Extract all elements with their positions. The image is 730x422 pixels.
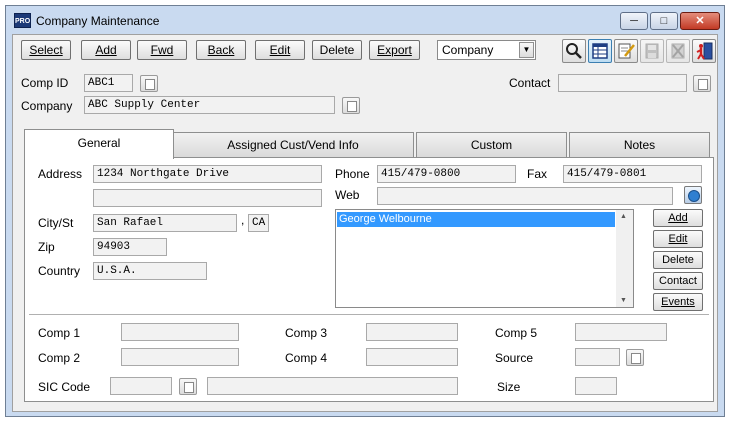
state-separator: , [241,213,245,227]
sic-description-field [207,377,458,395]
comp-id-field[interactable]: ABC1 [84,74,133,92]
zip-label: Zip [38,240,55,254]
country-field[interactable]: U.S.A. [93,262,207,280]
grid-view-icon [592,43,608,59]
contacts-scrollbar[interactable]: ▲ ▼ [616,210,633,307]
close-button[interactable]: ✕ [680,12,720,30]
company-name-field[interactable]: ABC Supply Center [84,96,335,114]
city-st-label: City/St [38,216,74,230]
comp-id-label: Comp ID [21,76,69,90]
export-button[interactable]: Export [369,40,420,60]
address-label: Address [38,167,83,181]
add-button[interactable]: Add [81,40,131,60]
comp5-field[interactable] [575,323,667,341]
size-label: Size [497,380,521,394]
address-line1-field[interactable]: 1234 Northgate Drive [93,165,322,183]
notes-button[interactable] [614,39,638,63]
source-lookup-icon[interactable] [626,349,644,366]
select-button[interactable]: Select [21,40,71,60]
city-field[interactable]: San Rafael [93,214,237,232]
sic-code-label: SIC Code [38,380,91,394]
fax-field[interactable]: 415/479-0801 [563,165,702,183]
client-area: Select Add Fwd Back Edit Delete Export C… [12,34,718,412]
contact-field[interactable] [558,74,687,92]
comp4-label: Comp 4 [285,351,328,365]
tab-assigned-cust-vend-info[interactable]: Assigned Cust/Vend Info [172,132,414,157]
events-button[interactable]: Events [653,293,703,311]
save-button[interactable] [640,39,664,63]
comp-id-lookup-icon[interactable] [140,75,158,92]
source-label: Source [495,351,534,365]
edit-contact-button[interactable]: Edit [653,230,703,248]
size-field[interactable] [575,377,617,395]
contacts-list[interactable]: George Welbourne ▲ ▼ [335,209,634,308]
search-icon [566,43,582,59]
sic-code-lookup-icon[interactable] [179,378,197,395]
company-maintenance-window: PRO Company Maintenance ─ □ ✕ Select Add… [5,5,725,417]
company-label: Company [21,99,73,113]
delete-contact-button[interactable]: Delete [653,251,703,269]
contact-lookup-icon[interactable] [693,75,711,92]
section-divider [29,314,709,315]
contact-label: Contact [509,76,551,90]
minimize-button[interactable]: ─ [620,12,648,30]
country-label: Country [38,264,81,278]
contact-details-button[interactable]: Contact [653,272,703,290]
company-lookup-icon[interactable] [342,97,360,114]
comp3-label: Comp 3 [285,326,328,340]
grid-view-button[interactable] [588,39,612,63]
delete-button[interactable]: Delete [312,40,362,60]
exit-icon [696,42,713,60]
web-field[interactable] [377,187,673,205]
tab-notes[interactable]: Notes [569,132,710,157]
scroll-down-icon[interactable]: ▼ [620,297,627,304]
general-tab-panel: Address 1234 Northgate Drive City/St San… [24,157,714,402]
add-contact-button[interactable]: Add [653,209,703,227]
notes-icon [618,43,635,59]
fax-label: Fax [527,167,548,181]
tab-custom[interactable]: Custom [416,132,567,157]
sic-code-field[interactable] [110,377,172,395]
view-combo-value: Company [442,43,494,57]
comp2-label: Comp 2 [38,351,81,365]
comp3-field[interactable] [366,323,458,341]
back-button[interactable]: Back [196,40,246,60]
comp1-label: Comp 1 [38,326,81,340]
tab-general[interactable]: General [24,129,174,159]
cancel-button[interactable] [666,39,690,63]
web-link-icon[interactable] [684,186,702,204]
save-icon [645,43,659,59]
comp5-label: Comp 5 [495,326,538,340]
fwd-button[interactable]: Fwd [137,40,187,60]
phone-label: Phone [335,167,370,181]
scroll-up-icon[interactable]: ▲ [620,213,627,220]
edit-button[interactable]: Edit [255,40,305,60]
title-bar[interactable]: PRO Company Maintenance ─ □ ✕ [6,6,724,33]
window-title: Company Maintenance [36,14,160,28]
chevron-down-icon[interactable]: ▼ [519,42,534,58]
web-label: Web [335,188,360,202]
comp4-field[interactable] [366,348,458,366]
comp2-field[interactable] [121,348,239,366]
exit-button[interactable] [692,39,716,63]
list-item[interactable]: George Welbourne [337,212,615,227]
view-combo[interactable]: Company ▼ [437,40,536,60]
phone-field[interactable]: 415/479-0800 [377,165,516,183]
search-button[interactable] [562,39,586,63]
zip-field[interactable]: 94903 [93,238,167,256]
comp1-field[interactable] [121,323,239,341]
maximize-button[interactable]: □ [650,12,678,30]
cancel-icon [671,43,685,59]
state-field[interactable]: CA [248,214,269,232]
address-line2-field[interactable] [93,189,322,207]
source-field[interactable] [575,348,620,366]
app-icon: PRO [14,13,31,28]
